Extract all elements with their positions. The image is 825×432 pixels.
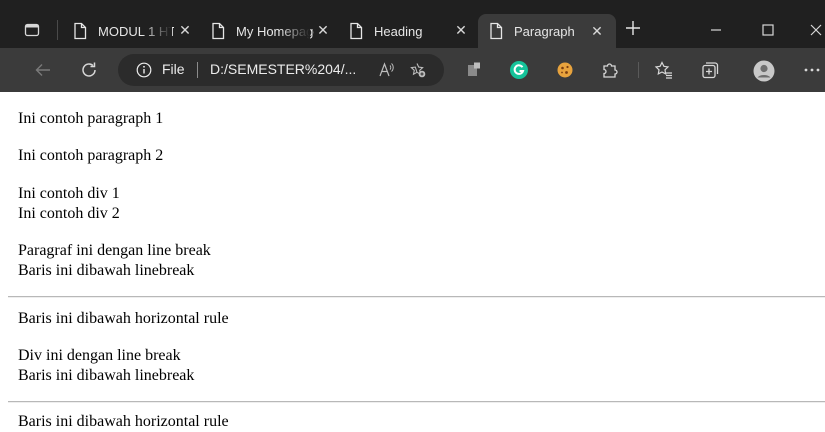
read-aloud-icon[interactable] xyxy=(378,62,394,78)
tab-modul[interactable]: MODUL 1 HTML ✕ xyxy=(72,16,194,46)
toolbar-separator xyxy=(638,62,639,78)
paragraph-line-break: Paragraf ini dengan line break xyxy=(18,242,211,259)
tab-fade xyxy=(280,16,310,46)
tab-label: Paragraph xyxy=(514,23,575,39)
address-bar[interactable]: File D:/SEMESTER%204/... xyxy=(118,54,444,86)
refresh-icon[interactable] xyxy=(79,60,99,80)
tab-paragraph[interactable]: Paragraph ✕ xyxy=(478,14,616,48)
div-2: Ini contoh div 2 xyxy=(18,205,120,222)
close-icon[interactable]: ✕ xyxy=(452,21,470,39)
plus-icon[interactable] xyxy=(623,18,643,38)
tab-bar: MODUL 1 HTML ✕ My Homepage ✕ Heading ✕ P… xyxy=(0,0,825,48)
back-arrow-icon[interactable] xyxy=(33,60,53,80)
div-line-below-rule: Baris ini dibawah horizontal rule xyxy=(18,413,229,430)
toolbar: File D:/SEMESTER%204/... xyxy=(0,48,825,92)
extension-icon[interactable] xyxy=(464,60,484,80)
cookie-icon[interactable] xyxy=(555,60,575,80)
more-icon[interactable] xyxy=(802,60,822,80)
info-icon[interactable] xyxy=(136,62,152,78)
tab-separator xyxy=(57,20,58,40)
collections-icon[interactable] xyxy=(700,60,720,80)
page-icon xyxy=(72,22,90,40)
tab-fade xyxy=(142,16,172,46)
line-below-break: Baris ini dibawah linebreak xyxy=(18,262,195,279)
favorites-icon[interactable] xyxy=(654,60,674,80)
div-1: Ini contoh div 1 xyxy=(18,185,120,202)
page-icon xyxy=(488,22,506,40)
puzzle-icon[interactable] xyxy=(600,60,620,80)
page-icon xyxy=(348,22,366,40)
close-icon[interactable]: ✕ xyxy=(588,22,606,40)
grammarly-icon[interactable] xyxy=(509,60,529,80)
line-below-rule: Baris ini dibawah horizontal rule xyxy=(18,310,229,327)
tab-heading[interactable]: Heading ✕ xyxy=(348,16,470,46)
tab-my-homepage[interactable]: My Homepage ✕ xyxy=(210,16,332,46)
minimize-icon[interactable] xyxy=(708,22,724,38)
page-content: Ini contoh paragraph 1 Ini contoh paragr… xyxy=(0,92,825,430)
close-icon[interactable]: ✕ xyxy=(176,21,194,39)
div-line-below-break: Baris ini dibawah linebreak xyxy=(18,367,195,384)
paragraph-2: Ini contoh paragraph 2 xyxy=(18,147,164,164)
horizontal-rule xyxy=(8,296,825,298)
horizontal-rule xyxy=(8,401,825,403)
profile-icon[interactable] xyxy=(753,60,775,82)
tab-actions-icon[interactable] xyxy=(24,22,40,38)
div-line-break: Div ini dengan line break xyxy=(18,347,181,364)
scheme-label: File xyxy=(162,61,185,77)
page-icon xyxy=(210,22,228,40)
close-icon[interactable]: ✕ xyxy=(314,21,332,39)
url-text[interactable]: D:/SEMESTER%204/... xyxy=(210,61,356,77)
tab-label: Heading xyxy=(374,23,423,39)
paragraph-1: Ini contoh paragraph 1 xyxy=(18,110,164,127)
browser-chrome: MODUL 1 HTML ✕ My Homepage ✕ Heading ✕ P… xyxy=(0,0,825,92)
omnibox-separator xyxy=(197,62,198,78)
add-favorite-icon[interactable] xyxy=(410,62,426,78)
maximize-icon[interactable] xyxy=(760,22,776,38)
close-window-icon[interactable] xyxy=(808,22,824,38)
